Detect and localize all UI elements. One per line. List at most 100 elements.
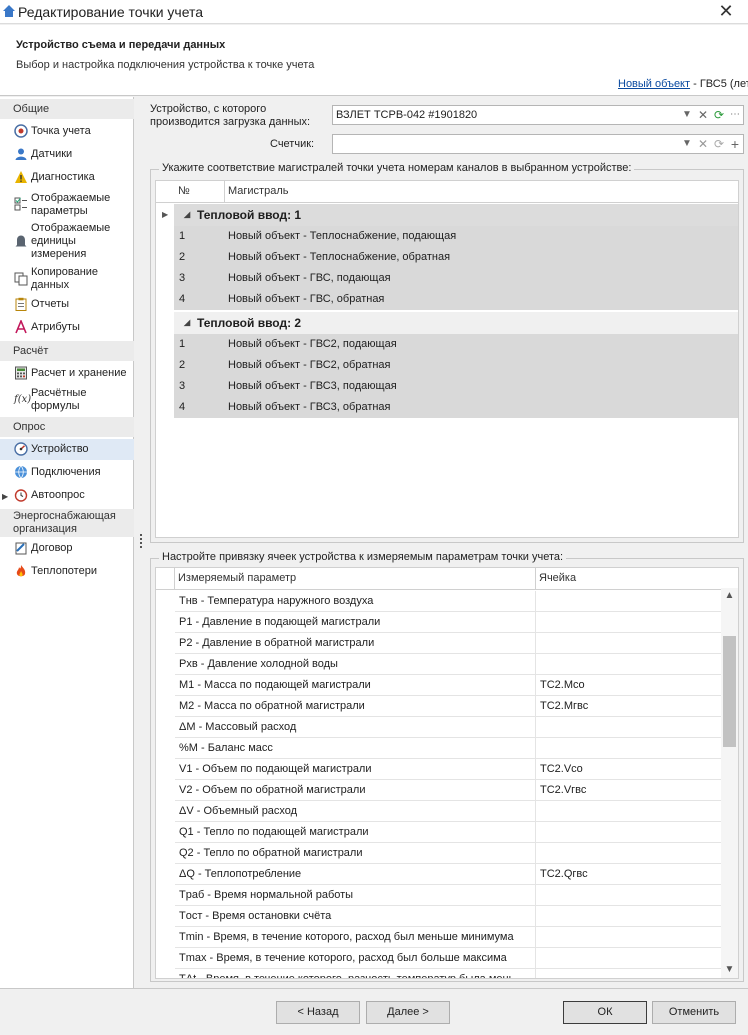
table-row[interactable]: Pхв - Давление холодной воды — [175, 654, 722, 675]
param-name: Pхв - Давление холодной воды — [179, 658, 338, 670]
refresh-icon[interactable]: ⟳ — [711, 107, 727, 123]
table-row[interactable]: 4 Новый объект - ГВС3, обратная — [174, 397, 738, 418]
sidebar-item-calc-storage[interactable]: Расчет и хранение — [0, 365, 134, 383]
sidebar-group-polling: Опрос — [0, 417, 134, 437]
sidebar-item-device[interactable]: Устройство — [0, 439, 134, 460]
row-no: 4 — [179, 293, 186, 305]
group-row[interactable]: ◢ Тепловой ввод: 1 — [174, 204, 738, 226]
sidebar-item-attributes[interactable]: Атрибуты — [0, 319, 134, 337]
counter-select[interactable]: ▼ ✕ ⟳ + — [332, 134, 744, 154]
table-row[interactable]: M2 - Масса по обратной магистрали TC2.Mгв… — [175, 696, 722, 717]
collapse-arrow-icon[interactable]: ◢ — [184, 210, 190, 219]
cancel-button[interactable]: Отменить — [652, 1001, 736, 1024]
row-main: Новый объект - ГВС2, подающая — [228, 338, 397, 350]
sidebar-item-label: Атрибуты — [31, 321, 80, 333]
scroll-up-icon[interactable]: ▲ — [721, 590, 738, 604]
sidebar-item-connections[interactable]: Подключения — [0, 464, 134, 482]
table-row[interactable]: 2 Новый объект - Теплоснабжение, обратная — [174, 247, 738, 268]
table-row[interactable]: Tmin - Время, в течение которого, расход… — [175, 927, 722, 948]
column-separator — [535, 822, 536, 843]
table-row[interactable]: ΔQ - Теплопотребление TC2.Qгвс — [175, 864, 722, 885]
person-icon — [15, 148, 27, 160]
sidebar-item-label: Диагностика — [31, 171, 95, 183]
back-button[interactable]: < Назад — [276, 1001, 360, 1024]
chevron-down-icon[interactable]: ▼ — [679, 107, 695, 123]
sidebar-item-copy-data[interactable]: Копирование данных — [0, 266, 134, 292]
column-separator — [535, 906, 536, 927]
table-row[interactable]: 2 Новый объект - ГВС2, обратная — [174, 355, 738, 376]
row-no: 2 — [179, 251, 186, 263]
table-row[interactable]: V1 - Объем по подающей магистрали TC2.Vco — [175, 759, 722, 780]
cell-value[interactable]: TC2.Mco — [540, 679, 585, 691]
table-row[interactable]: 1 Новый объект - Теплоснабжение, подающая — [174, 226, 738, 247]
table-row[interactable]: 1 Новый объект - ГВС2, подающая — [174, 334, 738, 355]
scrollbar-thumb[interactable] — [723, 636, 736, 747]
table-row[interactable]: Tост - Время остановки счёта — [175, 906, 722, 927]
table-row[interactable]: Q1 - Тепло по подающей магистрали — [175, 822, 722, 843]
sidebar-item-label: Устройство — [31, 443, 89, 455]
cell-value[interactable]: TC2.Qгвс — [540, 868, 588, 880]
breadcrumb-link[interactable]: Новый объект — [618, 78, 690, 90]
table-row[interactable]: ΔV - Объемный расход — [175, 801, 722, 822]
refresh-icon[interactable]: ⟳ — [711, 136, 727, 152]
sidebar-item-diagnostics[interactable]: Диагностика — [0, 169, 134, 187]
sidebar-item-sensors[interactable]: Датчики — [0, 146, 134, 164]
table-row[interactable]: Q2 - Тепло по обратной магистрали — [175, 843, 722, 864]
clear-icon[interactable]: ✕ — [695, 107, 711, 123]
sidebar-item-displayed-units[interactable]: Отображаемые единицы измерения — [0, 222, 134, 262]
next-button[interactable]: Далее > — [366, 1001, 450, 1024]
add-icon[interactable]: + — [727, 136, 743, 152]
ok-button[interactable]: ОК — [563, 1001, 647, 1024]
param-name: TΔt - Время, в течение которого, разност… — [179, 973, 515, 979]
table-row[interactable]: 3 Новый объект - ГВС, подающая — [174, 268, 738, 289]
sidebar-item-calc-formulas[interactable]: f(x) Расчётные формулы — [0, 387, 134, 415]
collapse-arrow-icon[interactable]: ◢ — [184, 318, 190, 327]
table-row[interactable]: 3 Новый объект - ГВС3, подающая — [174, 376, 738, 397]
table-row[interactable]: V2 - Объем по обратной магистрали TC2.Vгв… — [175, 780, 722, 801]
clear-icon[interactable]: ✕ — [695, 136, 711, 152]
device-select[interactable]: ВЗЛЕТ ТСРВ-042 #1901820 ▼ ✕ ⟳ ⋯ — [332, 105, 744, 125]
param-name: ΔM - Массовый расход — [179, 721, 297, 733]
sidebar-item-displayed-params[interactable]: Отображаемые параметры — [0, 192, 134, 220]
sidebar-item-heat-loss[interactable]: Теплопотери — [0, 563, 134, 581]
cell-value[interactable]: TC2.Vгвс — [540, 784, 586, 796]
grid-header: Измеряемый параметр Ячейка — [156, 568, 722, 590]
sidebar-item-autopoll[interactable]: ▶ Автоопрос — [0, 487, 134, 505]
row-main: Новый объект - ГВС, подающая — [228, 272, 391, 284]
title-bar: Редактирование точки учета ✕ — [0, 0, 748, 24]
column-separator — [535, 591, 536, 612]
table-row[interactable]: 4 Новый объект - ГВС, обратная — [174, 289, 738, 310]
row-no: 3 — [179, 380, 186, 392]
table-row[interactable]: P2 - Давление в обратной магистрали — [175, 633, 722, 654]
column-separator — [535, 717, 536, 738]
column-separator — [535, 654, 536, 675]
expand-arrow-icon[interactable]: ▶ — [2, 490, 8, 503]
splitter-handle[interactable] — [139, 534, 143, 550]
sidebar-item-metering-point[interactable]: Точка учета — [0, 123, 134, 141]
table-row[interactable]: Tраб - Время нормальной работы — [175, 885, 722, 906]
table-row[interactable]: TΔt - Время, в течение которого, разност… — [175, 969, 722, 979]
table-row[interactable]: %M - Баланс масс — [175, 738, 722, 759]
param-name: Tmin - Время, в течение которого, расход… — [179, 931, 514, 943]
sidebar-item-reports[interactable]: Отчеты — [0, 296, 134, 314]
chevron-down-icon[interactable]: ▼ — [679, 136, 695, 152]
table-row[interactable]: Tmax - Время, в течение которого, расход… — [175, 948, 722, 969]
cell-value[interactable]: TC2.Vco — [540, 763, 583, 775]
group-title: Тепловой ввод: 1 — [197, 208, 302, 222]
row-no: 1 — [179, 230, 186, 242]
close-icon[interactable]: ✕ — [718, 2, 734, 20]
group-row[interactable]: ◢ Тепловой ввод: 2 — [174, 312, 738, 334]
table-row[interactable]: M1 - Масса по подающей магистрали TC2.Mco — [175, 675, 722, 696]
calculator-icon — [15, 366, 27, 380]
cell-value[interactable]: TC2.Mгвс — [540, 700, 588, 712]
vertical-scrollbar[interactable]: ▲ ▼ — [721, 588, 738, 978]
sidebar-group-energy-supplier: Энергоснабжающая организация — [0, 509, 134, 537]
footer: < Назад Далее > ОК Отменить — [0, 988, 748, 1035]
sidebar-item-contract[interactable]: Договор — [0, 540, 134, 558]
table-row[interactable]: P1 - Давление в подающей магистрали — [175, 612, 722, 633]
target-icon — [14, 124, 28, 138]
table-row[interactable]: ΔM - Массовый расход — [175, 717, 722, 738]
more-icon[interactable]: ⋯ — [727, 107, 743, 123]
table-row[interactable]: Tнв - Температура наружного воздуха — [175, 591, 722, 612]
scroll-down-icon[interactable]: ▼ — [721, 964, 738, 978]
